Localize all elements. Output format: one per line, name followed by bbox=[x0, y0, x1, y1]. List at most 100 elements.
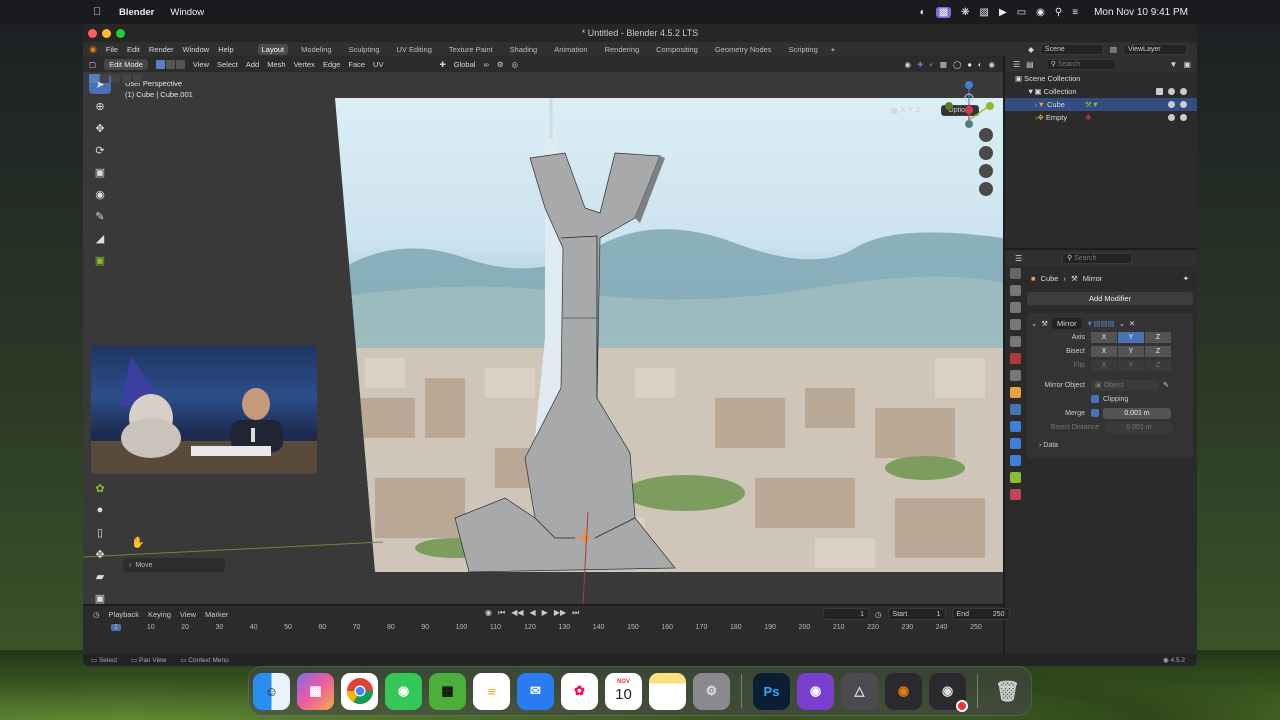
pan-hand-icon[interactable] bbox=[979, 146, 993, 160]
z-mirror-toggle[interactable]: Z bbox=[916, 107, 920, 114]
blender-logo-icon[interactable]: ◉ bbox=[89, 44, 97, 55]
shear-tool-icon[interactable]: ▯ bbox=[89, 522, 111, 542]
modifier-wrench-icon[interactable]: ⚒▼ bbox=[1085, 100, 1099, 109]
tray-icon[interactable]: ◐ bbox=[920, 7, 926, 18]
photos-icon[interactable]: ✿ bbox=[561, 672, 598, 710]
scale-tool-icon[interactable]: ▣ bbox=[89, 162, 111, 182]
play-reverse-icon[interactable]: ◀ bbox=[530, 608, 536, 618]
rip-region-tool-icon[interactable]: ▣ bbox=[89, 588, 111, 605]
tab-texture-paint[interactable]: Texture Paint bbox=[445, 44, 497, 55]
menu-uv[interactable]: UV bbox=[373, 60, 383, 69]
calendar-icon[interactable]: NOV 10 bbox=[605, 672, 642, 710]
camera-view-icon[interactable] bbox=[979, 164, 993, 178]
orientation-selector[interactable]: Global bbox=[454, 60, 476, 69]
bisect-z-toggle[interactable]: Z bbox=[1145, 345, 1171, 357]
control-center-icon[interactable]: ≡ bbox=[1072, 7, 1078, 18]
keyboard-input-icon[interactable]: ▧ bbox=[980, 7, 989, 18]
menu-help[interactable]: Help bbox=[218, 45, 233, 54]
xray-toggle-icon[interactable]: ▦ bbox=[940, 60, 947, 69]
camera-icon[interactable] bbox=[1180, 114, 1187, 121]
tab-modeling[interactable]: Modeling bbox=[297, 44, 335, 55]
filter-icon[interactable]: ▼ bbox=[1170, 60, 1178, 69]
outliner-item-empty[interactable]: ›✥ Empty ✥ bbox=[1005, 111, 1197, 124]
knife-tool-icon[interactable]: ▰ bbox=[89, 566, 111, 586]
viewport-overlay-icon[interactable]: ▦ bbox=[891, 107, 898, 115]
modifier-tab-icon[interactable] bbox=[1009, 404, 1021, 415]
spotlight-search-icon[interactable]: ⚲ bbox=[1055, 7, 1062, 18]
eyedropper-icon[interactable]: ✎ bbox=[1163, 381, 1169, 389]
notes-icon[interactable] bbox=[649, 672, 686, 710]
particles-tab-icon[interactable] bbox=[1009, 421, 1021, 432]
last-operator-panel[interactable]: › Move bbox=[123, 558, 225, 572]
scene-selector[interactable]: Scene bbox=[1039, 43, 1104, 55]
menubar-app-name[interactable]: Blender bbox=[119, 7, 154, 18]
finder-icon[interactable]: ☺ bbox=[253, 672, 290, 710]
menu-vertex[interactable]: Vertex bbox=[294, 60, 315, 69]
3d-viewport[interactable]: User Perspective (1) Cube | Cube.001 ▦ X… bbox=[83, 72, 1003, 604]
visibility-icon[interactable]: ◉ bbox=[905, 60, 912, 69]
tab-shading[interactable]: Shading bbox=[506, 44, 542, 55]
intersect-selection-icon[interactable] bbox=[133, 74, 142, 83]
outliner-scene-collection[interactable]: ▣ Scene Collection bbox=[1005, 72, 1197, 85]
mirror-object-field[interactable]: ▣ Object bbox=[1091, 379, 1159, 391]
scene-tab-icon[interactable] bbox=[1009, 336, 1021, 347]
physics-tab-icon[interactable] bbox=[1009, 438, 1021, 449]
blender-icon[interactable]: ◉ bbox=[885, 672, 922, 710]
jump-end-icon[interactable]: ⏭ bbox=[572, 608, 579, 618]
menu-marker[interactable]: Marker bbox=[205, 610, 228, 619]
auto-keying-icon[interactable]: ◉ bbox=[485, 608, 492, 618]
y-mirror-toggle[interactable]: Y bbox=[908, 107, 913, 114]
menu-face[interactable]: Face bbox=[348, 60, 365, 69]
move-tool-icon[interactable]: ✥ bbox=[89, 118, 111, 138]
pivot-point-icon[interactable]: ∞ bbox=[483, 60, 488, 69]
tab-uv-editing[interactable]: UV Editing bbox=[392, 44, 435, 55]
launchpad-icon[interactable]: ▦ bbox=[297, 672, 334, 710]
view-layer-tab-icon[interactable] bbox=[1009, 319, 1021, 330]
axis-x-toggle[interactable]: X bbox=[1091, 331, 1117, 343]
smooth-tool-icon[interactable]: ✿ bbox=[89, 478, 111, 498]
extend-selection-icon[interactable] bbox=[100, 74, 109, 83]
view-layer-selector[interactable]: ViewLayer bbox=[1123, 43, 1187, 55]
menu-edit[interactable]: Edit bbox=[127, 45, 140, 54]
face-select-icon[interactable] bbox=[175, 59, 185, 69]
data-tab-icon[interactable] bbox=[1009, 472, 1021, 483]
constraints-tab-icon[interactable] bbox=[1009, 455, 1021, 466]
obs-icon[interactable]: ◉ bbox=[929, 672, 968, 712]
measure-tool-icon[interactable]: ◢ bbox=[89, 228, 111, 248]
outliner-editor-icon[interactable]: ☰ bbox=[1013, 60, 1020, 69]
menu-timeline-view[interactable]: View bbox=[180, 610, 196, 619]
start-frame-field[interactable]: Start 1 bbox=[887, 608, 946, 620]
trash-icon[interactable]: 🗑 bbox=[989, 673, 1026, 710]
x-mirror-toggle[interactable]: X bbox=[901, 107, 906, 114]
menu-render[interactable]: Render bbox=[149, 45, 174, 54]
overlay-toggle-icon[interactable]: ◐ bbox=[929, 60, 934, 69]
new-collection-icon[interactable]: ▣ bbox=[1183, 60, 1197, 69]
play-status-icon[interactable]: ▶ bbox=[999, 7, 1007, 18]
tab-layout[interactable]: Layout bbox=[257, 43, 289, 55]
mail-icon[interactable]: ✉ bbox=[517, 672, 554, 710]
menu-window[interactable]: Window bbox=[183, 45, 210, 54]
bisect-x-toggle[interactable]: X bbox=[1091, 345, 1117, 357]
screen-record-icon[interactable]: ▩ bbox=[935, 6, 952, 18]
play-icon[interactable]: ▶ bbox=[542, 608, 548, 618]
world-tab-icon[interactable] bbox=[1009, 353, 1021, 364]
camera-icon[interactable] bbox=[1180, 101, 1187, 108]
extrude-tool-icon[interactable]: ▣ bbox=[89, 250, 111, 270]
add-modifier-button[interactable]: Add Modifier bbox=[1027, 292, 1193, 305]
reminders-icon[interactable]: ≡ bbox=[473, 672, 510, 710]
tab-animation[interactable]: Animation bbox=[550, 44, 591, 55]
axis-y-toggle[interactable]: Y bbox=[1118, 331, 1144, 343]
end-frame-field[interactable]: End 250 bbox=[951, 608, 1010, 620]
github-desktop-icon[interactable]: ◉ bbox=[797, 672, 834, 710]
outliner-search[interactable]: ⚲ Search bbox=[1045, 58, 1116, 70]
editor-type-icon[interactable]: ▢ bbox=[89, 60, 96, 69]
data-subpanel[interactable]: › Data bbox=[1031, 438, 1189, 452]
render-tab-icon[interactable] bbox=[1009, 285, 1021, 296]
subtract-selection-icon[interactable] bbox=[111, 74, 120, 83]
menubar-clock[interactable]: Mon Nov 10 9:41 PM bbox=[1094, 7, 1188, 18]
checkbox-icon[interactable] bbox=[1156, 88, 1163, 95]
material-tab-icon[interactable] bbox=[1009, 489, 1021, 500]
proportional-editing-icon[interactable]: ◎ bbox=[512, 60, 519, 69]
menu-keying[interactable]: Keying bbox=[148, 610, 171, 619]
invert-selection-icon[interactable] bbox=[122, 74, 131, 83]
